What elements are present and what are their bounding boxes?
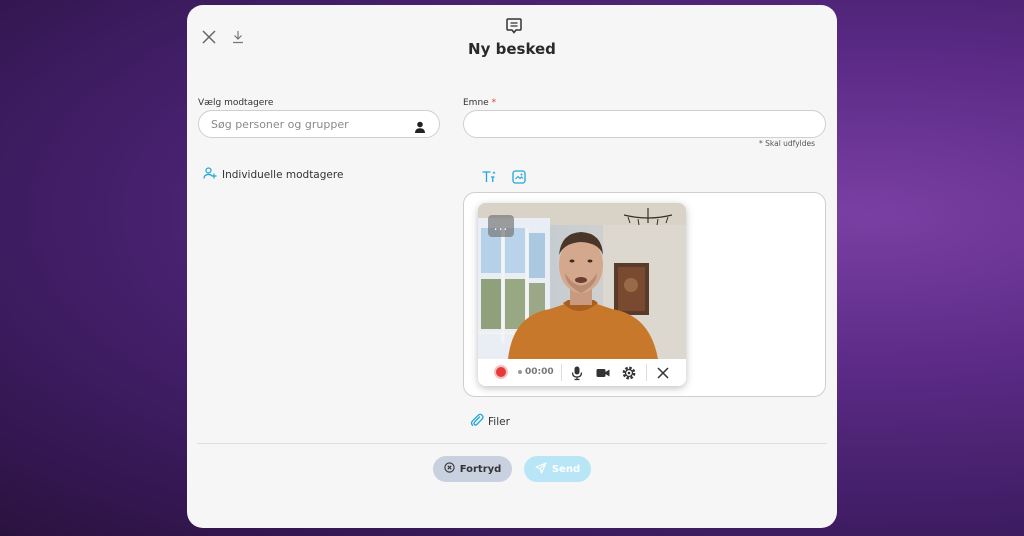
files-label: Filer	[488, 415, 510, 428]
page-title: Ny besked	[468, 40, 556, 58]
video-recorder: ... 00:00	[478, 203, 686, 386]
recorder-controls: 00:00	[478, 359, 686, 386]
individual-recipients-label: Individuelle modtagere	[222, 168, 344, 181]
message-icon	[505, 17, 523, 35]
record-icon[interactable]	[494, 365, 508, 379]
individual-recipients-link[interactable]: Individuelle modtagere	[203, 166, 343, 183]
message-editor[interactable]: ... 00:00	[463, 192, 826, 397]
cancel-circle-icon	[444, 462, 455, 476]
cancel-button[interactable]: Fortryd	[433, 456, 512, 482]
required-hint: * Skal udfyldes	[759, 139, 815, 148]
subject-label: Emne *	[463, 98, 497, 108]
subject-field[interactable]	[463, 110, 826, 138]
person-icon	[413, 119, 427, 133]
divider	[197, 443, 827, 444]
add-person-icon	[203, 166, 217, 183]
search-input[interactable]	[198, 110, 440, 138]
more-options-button[interactable]: ...	[488, 215, 514, 237]
paperclip-icon	[470, 413, 484, 430]
attach-files-button[interactable]: Filer	[470, 413, 510, 430]
cancel-label: Fortryd	[459, 463, 502, 475]
camera-icon[interactable]	[595, 365, 611, 381]
text-format-icon[interactable]	[481, 169, 497, 185]
image-icon[interactable]	[511, 169, 527, 185]
send-button[interactable]: Send	[524, 456, 591, 482]
send-icon	[535, 461, 547, 477]
close-icon[interactable]	[655, 365, 671, 381]
send-label: Send	[551, 463, 581, 475]
recording-timer: 00:00	[518, 367, 554, 377]
recipients-label: Vælg modtagere	[198, 98, 274, 108]
new-message-dialog: Ny besked Vælg modtagere Emne * * Skal u…	[187, 5, 837, 528]
settings-icon[interactable]	[621, 365, 637, 381]
microphone-icon[interactable]	[569, 365, 585, 381]
